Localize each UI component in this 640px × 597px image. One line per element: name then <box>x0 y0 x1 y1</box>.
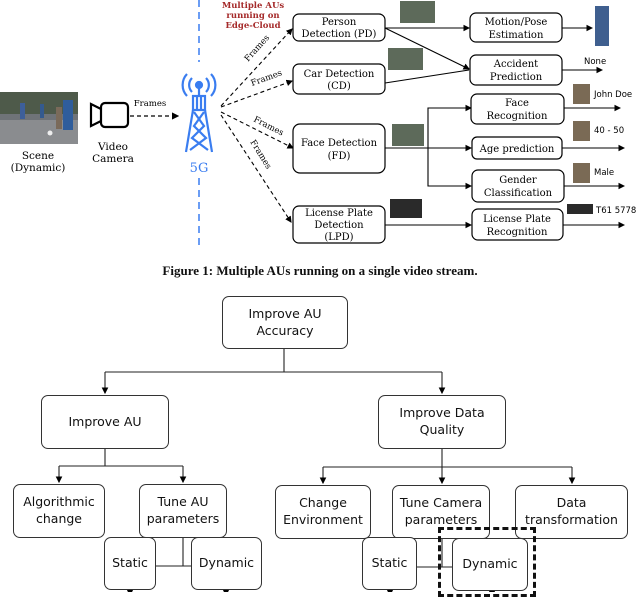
node-label-line: Accuracy <box>256 322 314 338</box>
node-dynamic-camera: Dynamic <box>452 538 528 591</box>
node-label-line: parameters <box>146 511 220 526</box>
node-static-au-box: Static <box>104 537 156 590</box>
node-label-line: Dynamic <box>198 555 255 571</box>
figure-caption: Figure 1: Multiple AUs running on a sing… <box>162 263 478 278</box>
node-label-line: Dynamic <box>462 556 518 572</box>
node-label-line: Improve AU <box>68 413 142 429</box>
node-improve-au: Improve AU <box>41 395 169 449</box>
node-label-line: Tune Camera <box>399 495 483 511</box>
node-algorithmic-change: Algorithmic change <box>13 484 105 538</box>
node-label-line: Static <box>371 555 408 571</box>
node-label-line: change <box>35 511 82 526</box>
node-label-line: Improve AU <box>248 305 322 321</box>
node-label-line: Environment <box>283 512 363 527</box>
node-tune-au-parameters: Tune AU parameters <box>139 484 227 538</box>
node-dynamic-au: Dynamic <box>191 537 262 590</box>
node-improve-data-quality: Improve Data Quality <box>378 395 506 449</box>
node-label-line: transformation <box>525 512 618 527</box>
node-change-environment: Change Environment <box>275 485 371 539</box>
node-label-line: Change <box>299 495 347 511</box>
node-static-camera: Static <box>362 537 417 590</box>
node-label-line: Algorithmic <box>23 494 95 510</box>
node-label-line: Tune AU <box>157 494 209 510</box>
node-label-line: Quality <box>419 422 465 437</box>
node-label-line: Data <box>556 495 587 511</box>
node-improve-au-accuracy: Improve AU Accuracy <box>222 296 348 349</box>
node-label-line: Improve Data <box>399 405 485 421</box>
node-label-line: Static <box>112 555 148 571</box>
